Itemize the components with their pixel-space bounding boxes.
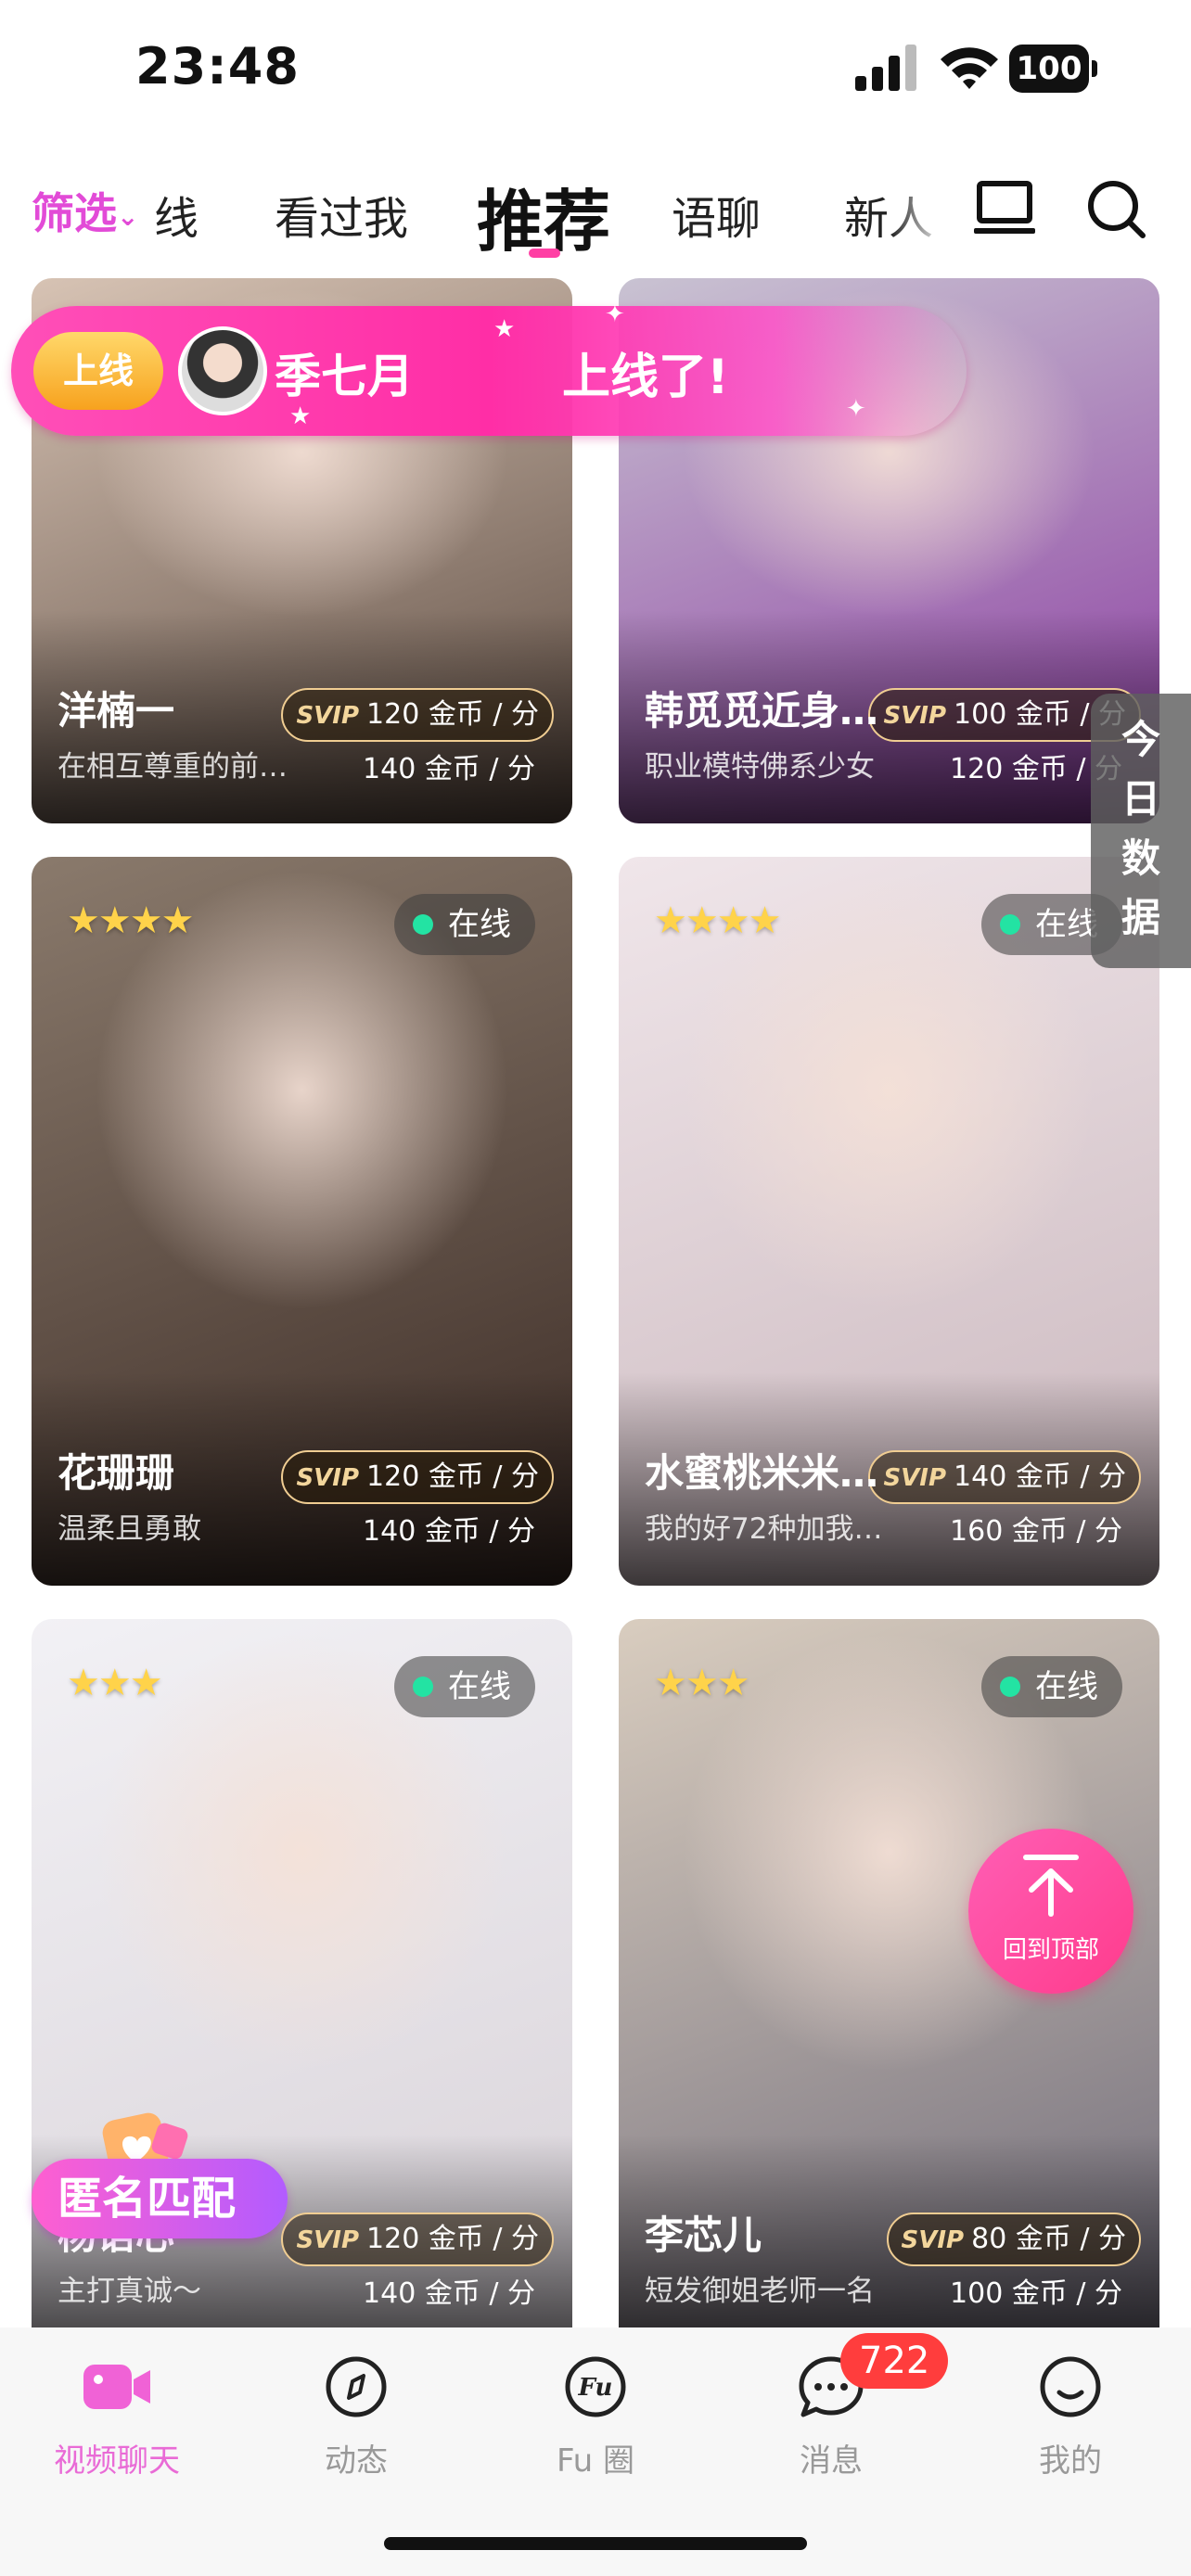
card-price: 140 金币 / 分: [363, 753, 535, 785]
online-notification-banner[interactable]: 上线 季七月 上线了! ★ ✦ ✦ ★: [11, 300, 967, 436]
search-icon[interactable]: [1083, 176, 1148, 241]
sparkle-icon: ✦: [605, 300, 625, 328]
tab-label: 动态: [325, 2442, 388, 2480]
banner-user-name: 季七月: [275, 350, 414, 403]
recommend-feed: SVIP 120 金币 / 分 洋楠一 在相互尊重的前… 140 金币 / 分 S…: [0, 278, 1191, 2327]
today-data-label: 今日数据: [1121, 717, 1160, 940]
unread-count-badge: 722: [840, 2333, 949, 2389]
card-desc: 我的好72种加我…: [645, 1512, 883, 1546]
online-dot-icon: [413, 914, 433, 935]
sparkle-icon: ★: [289, 402, 312, 430]
status-time: 23:48: [135, 37, 300, 96]
card-desc: 温柔且勇敢: [58, 1512, 201, 1546]
card-desc: 主打真诚～: [58, 2275, 201, 2308]
star-rating: ★★★: [654, 1662, 750, 1704]
tab-label: 我的: [1039, 2442, 1102, 2480]
user-card[interactable]: ★★★★ 在线 SVIP 120 金币 / 分 花珊珊 温柔且勇敢 140 金币 …: [32, 857, 572, 1586]
card-name: 韩觅觅近身高…: [645, 688, 914, 733]
star-rating: ★★★: [67, 1662, 163, 1704]
chevron-down-icon: ⌄: [117, 201, 139, 232]
back-to-top-button[interactable]: 回到顶部: [968, 1829, 1133, 1994]
smiley-icon: [1040, 2356, 1101, 2417]
tab-moments[interactable]: 动态: [263, 2352, 449, 2480]
banner-message: 上线了!: [562, 350, 729, 405]
filter-label: 筛选: [32, 188, 117, 238]
laptop-icon[interactable]: [972, 176, 1037, 241]
tab-voice-chat[interactable]: 语聊: [672, 182, 761, 247]
home-indicator: [384, 2537, 807, 2550]
card-desc: 短发御姐老师一名: [645, 2275, 875, 2308]
tab-fu-circle[interactable]: Fu Fu 圈: [503, 2352, 688, 2480]
online-dot-icon: [413, 1677, 433, 1697]
today-data-tab[interactable]: 今日数据: [1091, 694, 1191, 968]
svg-text:Fu: Fu: [578, 2374, 613, 2402]
sparkle-icon: ✦: [846, 395, 866, 423]
card-price: 140 金币 / 分: [363, 2277, 535, 2310]
battery-icon: 100: [1009, 45, 1098, 93]
online-dot-icon: [1000, 914, 1020, 935]
cellular-signal-icon: [855, 45, 916, 91]
online-dot-icon: [1000, 1677, 1020, 1697]
tab-visited-me[interactable]: 看过我: [275, 182, 408, 247]
anonymous-match-button[interactable]: 匿名匹配: [32, 2159, 288, 2238]
fu-circle-icon: Fu: [565, 2356, 626, 2417]
star-rating: ★★★★: [654, 899, 781, 942]
tab-profile[interactable]: 我的: [978, 2352, 1163, 2480]
battery-level: 100: [1009, 45, 1089, 93]
svip-price-tag: SVIP 80 金币 / 分: [886, 2213, 1141, 2266]
card-name: 水蜜桃米米…: [645, 1450, 879, 1496]
status-bar: 23:48 100: [0, 0, 1191, 139]
online-status-badge: 在线: [981, 1656, 1122, 1717]
tab-online[interactable]: 线: [154, 182, 198, 247]
avatar: [178, 326, 267, 415]
star-rating: ★★★★: [67, 899, 194, 942]
card-price: 100 金币 / 分: [950, 2277, 1122, 2310]
compass-icon: [326, 2356, 387, 2417]
wifi-icon: [941, 47, 998, 89]
card-name: 花珊珊: [58, 1450, 175, 1496]
back-to-top-label: 回到顶部: [1002, 1936, 1099, 1964]
online-badge: 上线: [33, 332, 163, 410]
card-name: 李芯儿: [645, 2213, 762, 2258]
filter-dropdown[interactable]: 筛选⌄: [32, 180, 138, 241]
tab-label: Fu 圈: [556, 2442, 635, 2480]
card-price: 160 金币 / 分: [950, 1515, 1122, 1548]
tab-video-chat[interactable]: 视频聊天: [24, 2352, 210, 2480]
tab-label: 视频聊天: [54, 2442, 180, 2480]
card-desc: 在相互尊重的前…: [58, 750, 288, 784]
card-desc: 职业模特佛系少女: [645, 750, 875, 784]
sparkle-icon: ★: [493, 315, 516, 343]
video-camera-icon: [83, 2365, 150, 2409]
card-name: 洋楠一: [58, 688, 175, 733]
card-price: 140 金币 / 分: [363, 1515, 535, 1548]
user-card[interactable]: ★★★★ 在线 SVIP 140 金币 / 分 水蜜桃米米… 我的好72种加我… …: [619, 857, 1159, 1586]
active-tab-indicator: [529, 249, 560, 258]
tab-label: 消息: [800, 2442, 863, 2480]
online-status-badge: 在线: [394, 1656, 535, 1717]
top-nav: 筛选⌄ 线 看过我 推荐 语聊 新人: [0, 158, 1191, 269]
arrow-up-icon: [1023, 1855, 1079, 1917]
online-status-badge: 在线: [394, 894, 535, 955]
